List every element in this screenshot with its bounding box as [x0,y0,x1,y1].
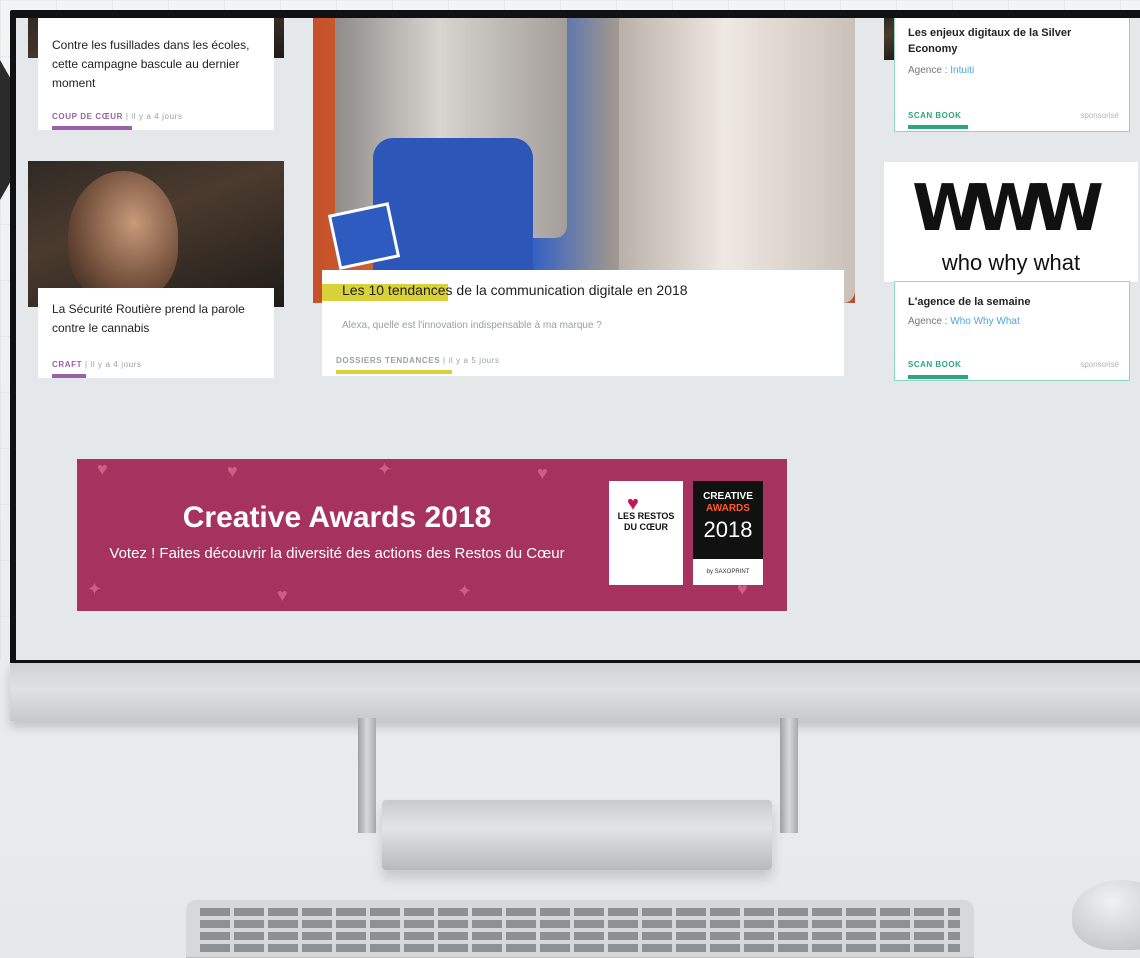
star-doodle-icon: ✦ [377,459,393,479]
heart-doodle-icon: ♥ [277,585,288,605]
agency-logo-tile[interactable]: WWW who why what [884,162,1138,282]
monitor-chin [10,663,1140,721]
article-category[interactable]: CRAFT [52,360,82,369]
sponsored-title[interactable]: Les enjeux digitaux de la Silver Economy [908,25,1118,57]
key-row [200,908,960,916]
scan-book-link[interactable]: SCAN BOOK [908,111,961,120]
agency-label: Agence : [908,65,951,76]
category-bar [908,375,968,379]
sponsored-card[interactable]: L'agence de la semaine Agence : Who Why … [894,281,1130,381]
award-year: 2018 [703,517,753,542]
award-sponsor: by SAXOPRINT [693,559,763,585]
key-row [200,932,960,940]
key-row [200,920,960,928]
category-bar [336,370,452,374]
featured-title-highlight[interactable]: Les 10 tendance [342,282,446,298]
featured-meta: DOSSIERS TENDANCES | il y a 5 jours [336,356,500,365]
category-bar [908,125,968,129]
stand-base [382,800,772,870]
creative-awards-badge: CREATIVE AWARDS 2018 by SAXOPRINT [693,481,763,585]
logo-tagline: who why what [941,250,1081,275]
category-bar [52,374,86,378]
featured-title-rest[interactable]: s de la communication digitale en 2018 [446,282,688,298]
featured-category[interactable]: DOSSIERS TENDANCES [336,356,440,365]
article-category[interactable]: COUP DE CŒUR [52,112,123,121]
agency-link[interactable]: Who Why What [950,316,1019,327]
article-time: il y a 4 jours [90,360,142,369]
article-title[interactable]: Contre les fusillades dans les écoles, c… [52,36,262,93]
featured-title[interactable]: Les 10 tendances de la communication dig… [342,282,688,298]
article-card[interactable]: Contre les fusillades dans les écoles, c… [38,18,274,130]
sponsored-agency: Agence : Who Why What [908,316,1020,327]
heart-doodle-icon: ♥ [97,459,108,479]
featured-card[interactable]: Les 10 tendances de la communication dig… [322,270,844,376]
article-meta: COUP DE CŒUR | il y a 4 jours [52,112,183,121]
heart-icon: ♥ [627,493,639,515]
featured-subtitle: Alexa, quelle est l'innovation indispens… [342,320,602,331]
article-title[interactable]: La Sécurité Routière prend la parole con… [52,300,262,338]
www-logo: WWW [912,172,1104,246]
star-doodle-icon: ✦ [457,581,473,601]
sponsored-label: sponsorisé [1080,360,1119,369]
sponsored-title[interactable]: L'agence de la semaine [908,294,1118,310]
article-card[interactable]: La Sécurité Routière prend la parole con… [38,288,274,378]
category-bar [52,126,132,130]
restos-du-coeur-logo: LES RESTOS DU CŒUR ♥ [609,481,683,585]
agency-label: Agence : [908,316,951,327]
article-time: il y a 4 jours [131,112,183,121]
award-line2: AWARDS [706,503,750,514]
speaker-right [619,18,855,303]
portrait-photo [68,171,178,301]
heart-doodle-icon: ♥ [227,461,238,481]
featured-time: il y a 5 jours [448,356,500,365]
sponsored-agency: Agence : Intuiti [908,65,974,76]
keyboard [186,900,974,958]
award-line1: CREATIVE [703,491,753,502]
article-image[interactable] [28,161,284,307]
banner-title: Creative Awards 2018 [182,501,492,534]
star-doodle-icon: ✦ [87,579,103,599]
heart-doodle-icon: ♥ [537,463,548,483]
featured-image[interactable] [313,18,855,303]
scan-book-link[interactable]: SCAN BOOK [908,360,961,369]
sponsored-card[interactable]: Les enjeux digitaux de la Silver Economy… [894,18,1130,132]
article-meta: CRAFT | il y a 4 jours [52,360,142,369]
stand-arm-left [358,718,376,833]
key-row [200,944,960,952]
banner-subtitle: Votez ! Faites découvrir la diversité de… [109,545,565,562]
agency-link[interactable]: Intuiti [950,65,974,76]
sponsored-label: sponsorisé [1080,111,1119,120]
monitor-screen: Contre les fusillades dans les écoles, c… [16,18,1140,660]
creative-awards-banner[interactable]: ♥ ♥ ✦ ♥ ✦ ♥ ✦ ♥ Creative Awards 2018 Vot… [77,459,787,611]
stand-arm-right [780,718,798,833]
logo-text: LES RESTOS DU CŒUR [617,511,675,532]
